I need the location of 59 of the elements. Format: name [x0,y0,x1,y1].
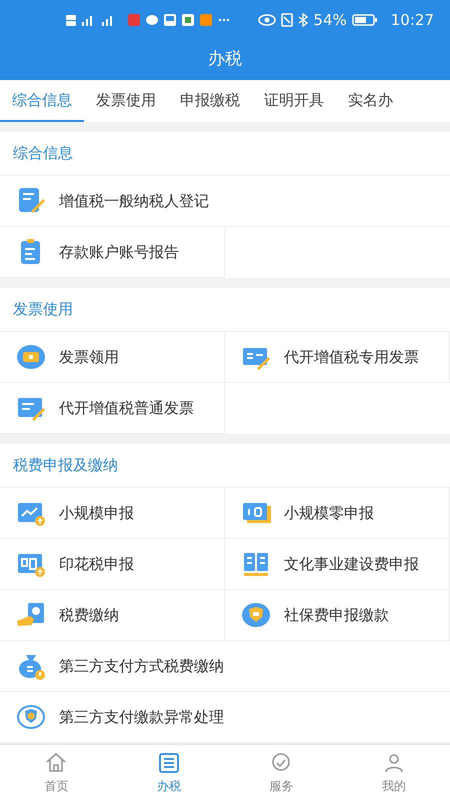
nfc-icon [281,13,294,27]
menu-item-label: 发票领用 [59,346,119,368]
menu-item-label: 存款账户账号报告 [59,242,179,263]
shield-icon [241,600,271,630]
menu-item-label: 代开增值税普通发票 [59,398,194,419]
nav-label: 服务 [269,778,294,794]
menu-item-label: 第三方支付缴款异常处理 [59,706,224,728]
edit-document-icon [16,186,46,216]
clock-time: 10:27 [390,10,434,31]
menu-item-label: 税费缴纳 [59,604,119,626]
tab[interactable]: 实名办 [336,80,405,122]
nav-label: 首页 [44,778,68,794]
menu-item[interactable]: 小规模申报 [0,488,225,539]
menu-item-label: 小规模申报 [59,502,134,524]
menu-item[interactable]: 第三方支付缴款异常处理 [0,692,450,743]
menu-item[interactable]: 小规模零申报 [225,488,450,539]
menu-item-label: 社保费申报缴款 [284,604,389,626]
home-icon [44,750,68,774]
chat-bubble-icon [146,13,158,27]
app-notification-icon [128,13,140,27]
page-title: 办税 [208,48,242,72]
eye-icon [258,13,276,27]
nav-label: 我的 [382,778,406,794]
ticket-icon [16,342,46,372]
battery-icon [352,14,378,26]
nav-label: 办税 [156,778,181,794]
menu-item[interactable]: 代开增值税普通发票 [0,383,225,434]
menu-item[interactable]: 增值税一般纳税人登记 [0,176,450,227]
nav-tab[interactable]: 办税 [112,745,225,800]
app-notification-icon [200,13,212,27]
menu-item[interactable]: 社保费申报缴款 [225,590,450,641]
tab[interactable]: 发票使用 [84,80,168,122]
app-notification-icon [164,13,176,27]
nav-tab[interactable]: 服务 [225,745,338,800]
section-title: 税费申报及缴纳 [13,455,118,476]
tab[interactable]: 申报缴税 [168,80,252,122]
menu-item-label: 印花税申报 [59,554,134,575]
menu-item[interactable]: 发票领用 [0,332,225,383]
menu-item[interactable]: 第三方支付方式税费缴纳 [0,641,450,692]
menu-item[interactable]: 文化事业建设费申报 [225,539,450,590]
nav-tab[interactable]: 我的 [338,745,450,800]
menu-item[interactable]: 印花税申报 [0,539,225,590]
section-title: 发票使用 [13,299,73,320]
battery-percent: 54% [313,10,347,31]
menu-item-label: 代开增值税专用发票 [284,346,419,368]
shield-refresh-icon [16,702,46,732]
menu-item[interactable]: 代开增值税专用发票 [225,332,450,383]
menu-item-label: 小规模零申报 [284,502,374,524]
nav-tab[interactable]: 首页 [0,745,112,800]
menu-item[interactable]: 存款账户账号报告 [0,227,225,278]
bluetooth-icon [298,13,308,27]
menu-item-label: 文化事业建设费申报 [284,554,419,575]
menu-item[interactable]: 税费缴纳 [0,590,225,641]
tab[interactable]: 证明开具 [252,80,336,122]
list-icon [156,750,181,774]
section-title: 综合信息 [13,143,73,164]
menu-item-label: 增值税一般纳税人登记 [59,190,209,212]
app-notification-icon [182,13,194,27]
menu-item-label: 第三方支付方式税费缴纳 [59,656,224,677]
